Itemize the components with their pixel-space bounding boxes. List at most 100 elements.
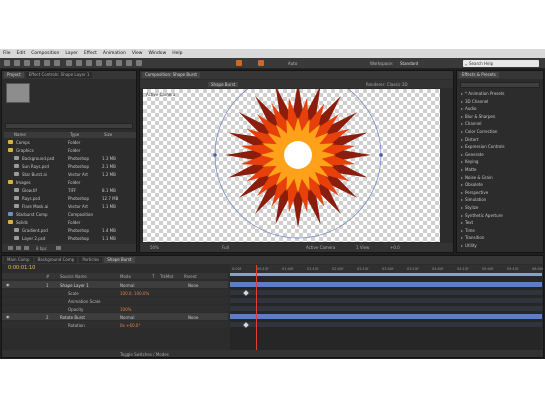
- property-name[interactable]: Scale: [68, 291, 79, 296]
- search-help-input[interactable]: Search Help: [463, 60, 539, 67]
- effect-category[interactable]: Noise & Grain: [461, 175, 493, 181]
- tab-background-comp[interactable]: Background Comp: [34, 257, 78, 263]
- menu-effect[interactable]: Effect: [84, 51, 97, 56]
- timecode-display[interactable]: 0:00:01:10: [8, 265, 35, 271]
- effect-category[interactable]: Distort: [461, 137, 479, 143]
- menu-layer[interactable]: Layer: [65, 51, 78, 56]
- workspace-select[interactable]: Standard: [400, 61, 418, 66]
- effect-category[interactable]: Stylize: [461, 205, 478, 211]
- effect-category[interactable]: Obsolete: [461, 182, 483, 188]
- exposure-value[interactable]: +0.0: [390, 245, 400, 250]
- effect-category[interactable]: 3D Channel: [461, 99, 488, 105]
- pan-behind-tool-icon[interactable]: [54, 60, 60, 66]
- effect-category[interactable]: Time: [461, 228, 475, 234]
- new-comp-icon[interactable]: [24, 246, 29, 250]
- toggle-switches-modes[interactable]: Toggle Switches / Modes: [120, 352, 169, 357]
- pen-tool-icon[interactable]: [76, 60, 82, 66]
- time-ruler[interactable]: 0:00f 00:15f 01:00f 01:15f 02:00f 02:15f 03:00…: [230, 265, 543, 273]
- tab-effects-presets[interactable]: Effects & Presets: [459, 72, 499, 78]
- renderer-label[interactable]: Renderer: Classic 3D: [366, 82, 408, 87]
- property-value[interactable]: 100.0, 100.0%: [120, 291, 149, 296]
- menu-edit[interactable]: Edit: [17, 51, 26, 56]
- layer-name[interactable]: Shape Layer 1: [60, 283, 89, 288]
- effect-category[interactable]: Expression Controls: [461, 144, 505, 150]
- project-item[interactable]: Layer 2.psd Photoshop 1.1 MB: [4, 235, 134, 241]
- eraser-tool-icon[interactable]: [116, 60, 122, 66]
- menu-window[interactable]: Window: [149, 51, 167, 56]
- effect-category[interactable]: Keying: [461, 159, 478, 165]
- path-vertex-left[interactable]: [213, 153, 217, 157]
- starburst-svg[interactable]: [143, 89, 440, 242]
- view-layout-select[interactable]: 1 View: [356, 245, 369, 250]
- project-item[interactable]: Gradient.psd Photoshop 1.4 MB: [4, 227, 134, 233]
- timeline-tracks[interactable]: 0:00f 00:15f 01:00f 01:15f 02:00f 02:15f 03:00…: [230, 265, 543, 351]
- menu-view[interactable]: View: [132, 51, 143, 56]
- project-item[interactable]: Flare Mask.ai Vector Art 1.1 MB: [4, 203, 134, 209]
- property-value[interactable]: 100%: [120, 307, 131, 312]
- work-area-bar[interactable]: [230, 273, 542, 276]
- layer-duration-bar[interactable]: [230, 282, 542, 287]
- menu-composition[interactable]: Composition: [31, 51, 59, 56]
- comp-flowchart-tab[interactable]: Shape Burst: [208, 82, 239, 87]
- tab-project[interactable]: Project: [4, 72, 24, 78]
- property-value[interactable]: 0x +60.0°: [120, 323, 140, 328]
- magnification-select[interactable]: 50%: [150, 245, 159, 250]
- project-item[interactable]: Sun Rays.psd Photoshop 2.1 MB: [4, 163, 134, 169]
- stroke-color-icon[interactable]: [258, 60, 264, 66]
- project-item[interactable]: Star Burst.ai Vector Art 1.2 MB: [4, 171, 134, 177]
- effect-category[interactable]: Generate: [461, 152, 484, 158]
- project-item[interactable]: Rays.psd Photoshop 12.7 MB: [4, 195, 134, 201]
- column-parent[interactable]: Parent: [184, 274, 197, 279]
- blend-mode-select[interactable]: Normal: [120, 283, 134, 288]
- roto-brush-tool-icon[interactable]: [126, 60, 132, 66]
- blend-mode-select[interactable]: Normal: [120, 315, 134, 320]
- property-track[interactable]: [230, 306, 542, 311]
- layer-row[interactable]: ◉ 2 Rotate Burst Normal None: [2, 313, 228, 320]
- menu-animation[interactable]: Animation: [103, 51, 126, 56]
- effect-category[interactable]: Text: [461, 220, 473, 226]
- property-name[interactable]: Opacity: [68, 307, 83, 312]
- tab-composition[interactable]: Composition: Shape Burst: [142, 72, 200, 78]
- fill-color-icon[interactable]: [236, 60, 242, 66]
- camera-select[interactable]: Active Camera: [306, 245, 335, 250]
- project-item[interactable]: Graphics Folder: [4, 147, 134, 153]
- property-track[interactable]: [230, 322, 542, 327]
- menu-help[interactable]: Help: [172, 51, 182, 56]
- effect-category[interactable]: Perspective: [461, 190, 488, 196]
- effect-category[interactable]: Matte: [461, 167, 477, 173]
- property-name[interactable]: Animation Scale: [68, 299, 100, 304]
- new-folder-icon[interactable]: [16, 246, 21, 250]
- column-name[interactable]: Name: [14, 132, 26, 137]
- puppet-tool-icon[interactable]: [136, 60, 142, 66]
- column-size[interactable]: Size: [104, 132, 112, 137]
- project-item[interactable]: Background.psd Photoshop 1.3 MB: [4, 155, 134, 161]
- parent-select[interactable]: None: [188, 283, 198, 288]
- path-vertex-right[interactable]: [379, 153, 383, 157]
- column-source-name[interactable]: Source Name: [60, 274, 87, 279]
- tab-effect-controls[interactable]: Effect Controls: Shape Layer 1: [25, 72, 93, 78]
- tab-particles[interactable]: Particles: [79, 257, 103, 263]
- property-track[interactable]: [230, 290, 542, 295]
- visibility-eye-icon[interactable]: ◉: [6, 314, 10, 319]
- zoom-tool-icon[interactable]: [24, 60, 30, 66]
- property-row[interactable]: Rotation 0x +60.0°: [2, 321, 228, 328]
- property-name[interactable]: Rotation: [68, 323, 85, 328]
- mask-tool-icon[interactable]: [66, 60, 72, 66]
- effect-category[interactable]: Blur & Sharpen: [461, 114, 495, 120]
- layer-duration-bar[interactable]: [230, 314, 542, 319]
- property-row[interactable]: Animation Scale: [2, 297, 228, 304]
- project-item[interactable]: Glow.tif TIFF 8.1 MB: [4, 187, 134, 193]
- brush-tool-icon[interactable]: [96, 60, 102, 66]
- effect-category[interactable]: Audio: [461, 106, 476, 112]
- rotate-tool-icon[interactable]: [34, 60, 40, 66]
- effect-category[interactable]: Channel: [461, 121, 481, 127]
- project-search-input[interactable]: [5, 123, 133, 129]
- column-type[interactable]: Type: [70, 132, 79, 137]
- column-trkmat[interactable]: TrkMat: [160, 274, 173, 279]
- effect-category[interactable]: Color Correction: [461, 129, 497, 135]
- tab-shape-burst[interactable]: Shape Burst: [104, 257, 135, 263]
- clone-tool-icon[interactable]: [106, 60, 112, 66]
- selection-tool-icon[interactable]: [4, 60, 10, 66]
- project-item[interactable]: Images Folder: [4, 179, 134, 185]
- menu-file[interactable]: File: [3, 51, 11, 56]
